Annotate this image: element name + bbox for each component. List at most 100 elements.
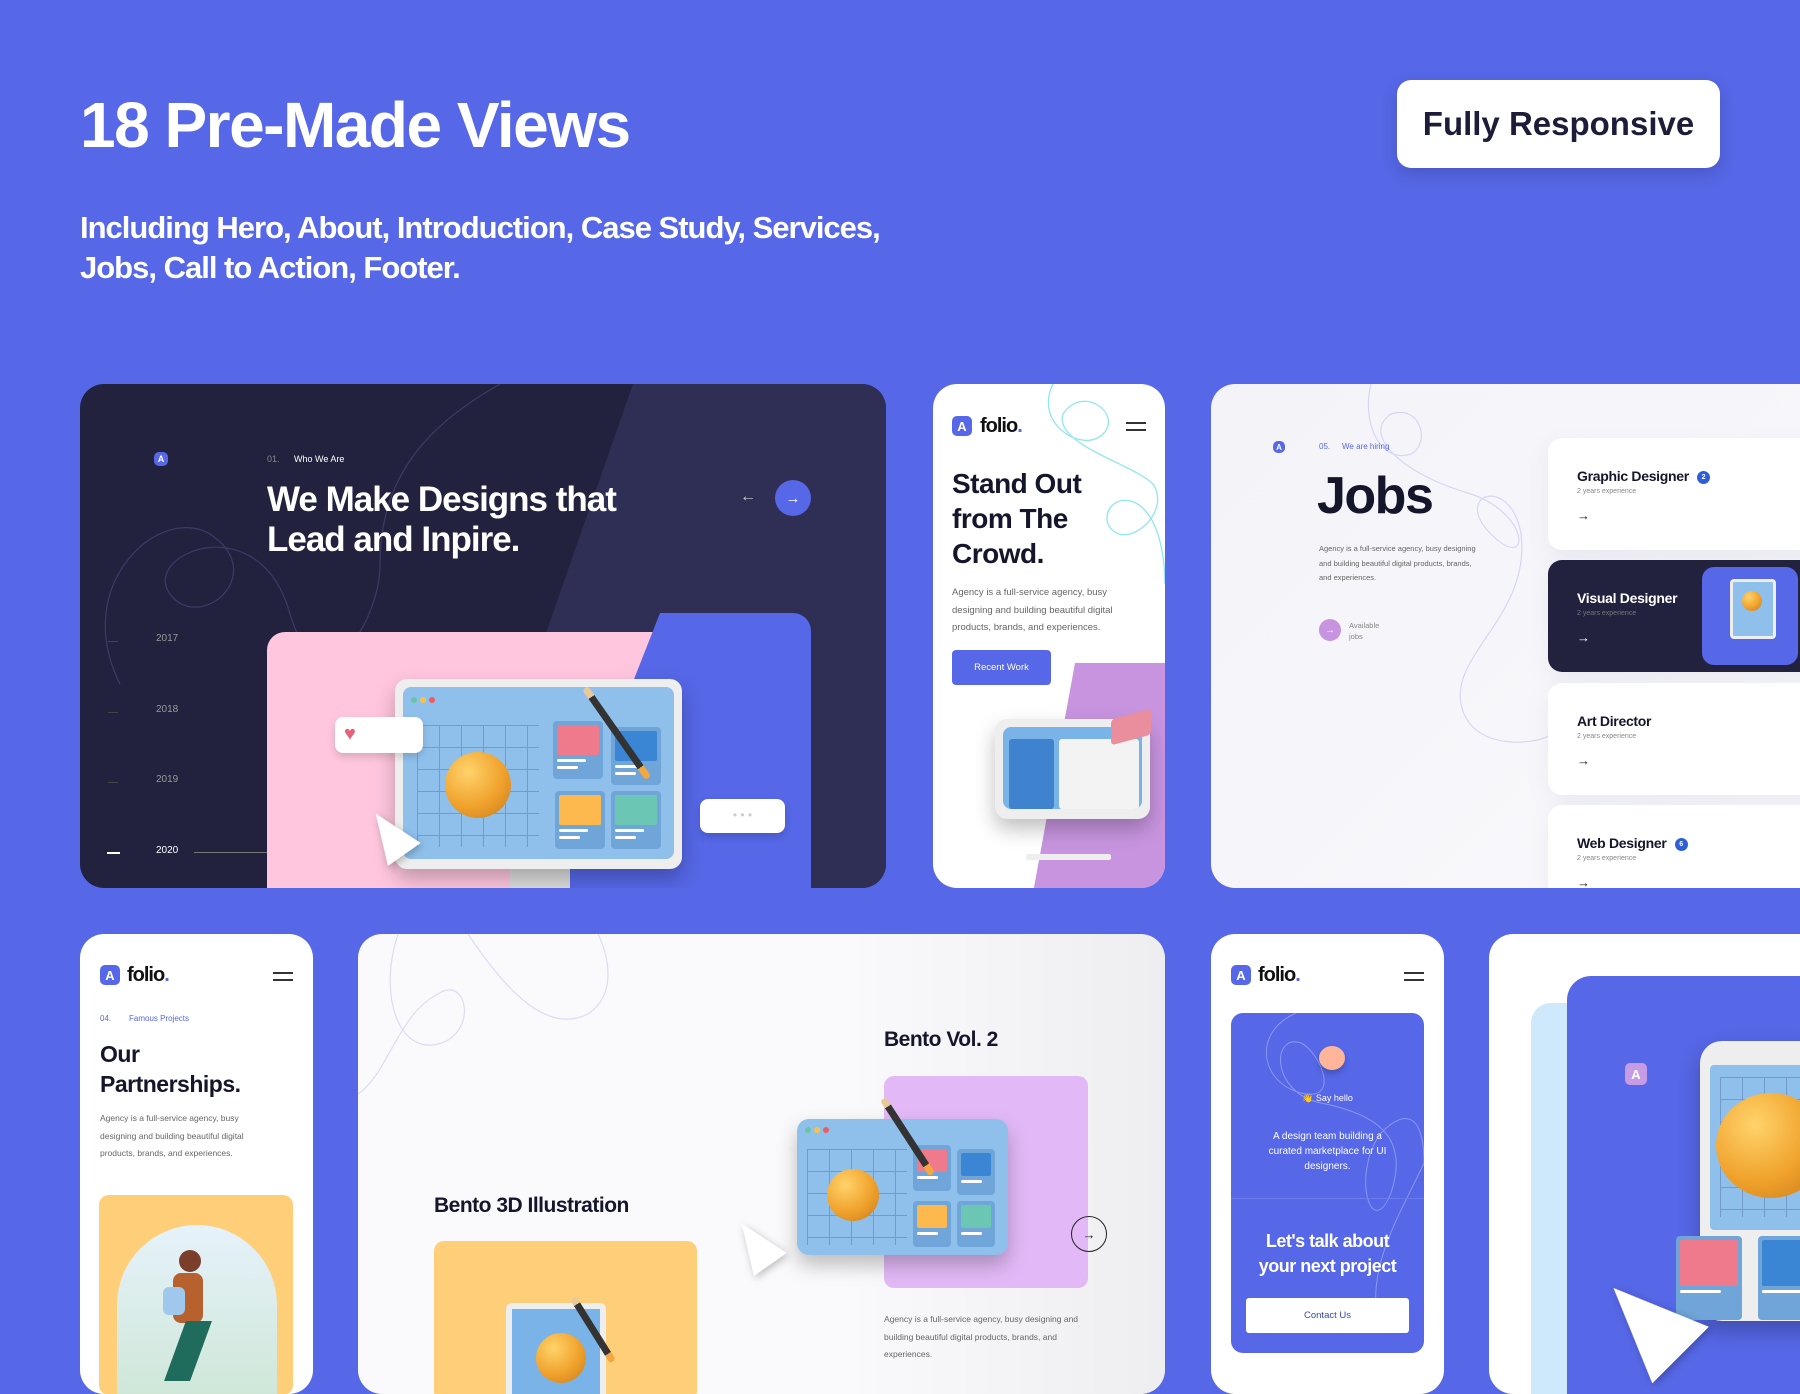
job-subtitle: 2 years experience (1577, 488, 1637, 495)
mobile-hero-preview-card: A folio. Stand Out from The Crowd. Agenc… (933, 384, 1165, 888)
job-card-visual-designer[interactable]: Visual Designer 2 years experience → (1548, 560, 1800, 672)
year-item[interactable]: 2018 (156, 704, 178, 715)
section-label: We are hiring (1342, 442, 1390, 451)
arrow-right-icon[interactable]: → (1577, 630, 1590, 645)
page-subtitle: Including Hero, About, Introduction, Cas… (80, 210, 881, 285)
job-subtitle: 2 years experience (1577, 855, 1637, 862)
brand-text: folio (127, 964, 165, 986)
bento-3d-title: Bento 3D Illustration (434, 1194, 629, 1217)
job-subtitle: 2 years experience (1577, 610, 1637, 617)
year-item-active[interactable]: 2020 (156, 845, 178, 856)
brand-dot: . (1017, 415, 1022, 437)
arrow-left-icon[interactable]: ← (740, 488, 756, 506)
mobile-heading: Stand Out from The Crowd. (952, 466, 1082, 571)
contact-cta-heading: Let's talk about your next project (1258, 1231, 1397, 1276)
job-card-web-designer[interactable]: Web Designer 6 2 years experience → (1548, 805, 1800, 888)
contact-description: A design team building a curated marketp… (1268, 1131, 1387, 1172)
screen-illustration (797, 1119, 1008, 1255)
job-title: Web Designer (1577, 835, 1667, 851)
job-card-graphic-designer[interactable]: Graphic Designer 2 2 years experience → (1548, 438, 1800, 550)
partnerships-paragraph: Agency is a full-service agency, busy de… (100, 1113, 244, 1158)
contact-panel: 👋 Say hello A design team building a cur… (1231, 1013, 1424, 1353)
folio-logo-icon[interactable]: A (1231, 965, 1251, 985)
job-card-art-director[interactable]: Art Director 2 years experience → (1548, 683, 1800, 795)
say-hello-label: 👋 Say hello (1302, 1093, 1353, 1103)
folio-logo-icon: A (1625, 1063, 1647, 1085)
phone-illustration (1676, 1041, 1800, 1321)
yellow-panel (434, 1241, 697, 1394)
jobs-paragraph: Agency is a full-service agency, busy de… (1319, 544, 1476, 582)
window-dots (411, 697, 435, 703)
arrow-right-icon[interactable]: → (1577, 875, 1590, 888)
arrow-right-circle-icon[interactable]: → (1071, 1216, 1107, 1252)
section-number: 04. (100, 1014, 112, 1023)
timeline-dash (108, 712, 118, 713)
orange-sphere (827, 1169, 879, 1221)
brand-dot: . (1295, 964, 1300, 986)
folio-logo-icon[interactable]: A (100, 965, 120, 985)
folio-logo-icon[interactable]: A (952, 416, 972, 436)
app-preview-card: A (1489, 934, 1800, 1394)
timeline-dash (108, 782, 118, 783)
heading-line: Stand Out (952, 468, 1082, 499)
brand-text: folio (1258, 964, 1296, 986)
brand-name[interactable]: folio. (1258, 964, 1301, 987)
partnerships-preview-card: A folio. 04. Famous Projects Our Partner… (80, 934, 313, 1394)
job-subtitle: 2 years experience (1577, 733, 1637, 740)
bento-paragraph: Agency is a full-service agency, busy de… (884, 1314, 1079, 1359)
chat-bubble: • • • (700, 799, 785, 833)
year-item[interactable]: 2017 (156, 633, 178, 644)
heart-icon: ♥ (344, 723, 356, 745)
heading-line: Crowd. (952, 538, 1044, 569)
heading-line: Lead and Inpire. (267, 520, 520, 559)
hero-preview-card: A 01. Who We Are We Make Designs that Le… (80, 384, 886, 888)
available-jobs-button[interactable]: → (1319, 619, 1341, 641)
heading-line: Our (100, 1041, 140, 1067)
monitor-illustration (395, 679, 682, 869)
contact-preview-card: A folio. 👋 Say hello A design team build… (1211, 934, 1444, 1394)
available-jobs-label: Available jobs (1349, 621, 1380, 641)
section-label: Who We Are (294, 454, 345, 464)
fully-responsive-badge: Fully Responsive (1397, 80, 1720, 168)
jobs-preview-card: A 05. We are hiring Jobs Agency is a ful… (1211, 384, 1800, 888)
partnerships-heading: Our Partnerships. (100, 1039, 241, 1099)
brand-name[interactable]: folio. (127, 964, 170, 987)
heading-line: Partnerships. (100, 1071, 241, 1097)
folio-logo-icon[interactable]: A (1273, 441, 1285, 453)
chat-bubble-icon (1319, 1046, 1345, 1070)
folio-logo-icon[interactable]: A (154, 452, 168, 466)
project-illustration (99, 1195, 293, 1394)
job-count-badge: 2 (1696, 470, 1710, 484)
brand-dot: . (164, 964, 169, 986)
heart-bubble: ♥ (335, 717, 423, 753)
job-count-badge: 6 (1674, 837, 1688, 851)
timeline-dash (108, 641, 118, 642)
job-illustration (1702, 567, 1798, 665)
hamburger-menu-icon[interactable] (273, 972, 293, 981)
job-title: Graphic Designer (1577, 468, 1689, 484)
brand-text: folio (980, 415, 1018, 437)
bento-preview-card: Bento Vol. 2 → Agency is a full-service … (358, 934, 1165, 1394)
mobile-paragraph: Agency is a full-service agency, busy de… (952, 587, 1113, 633)
arrow-right-icon[interactable]: → (1577, 753, 1590, 768)
heading-line: from The (952, 503, 1068, 534)
job-title: Art Director (1577, 713, 1652, 729)
hero-heading: We Make Designs that Lead and Inpire. (267, 480, 617, 560)
section-number: 05. (1319, 442, 1331, 451)
job-title: Visual Designer (1577, 590, 1678, 606)
keyboard (1026, 854, 1111, 860)
hamburger-menu-icon[interactable] (1126, 422, 1146, 431)
jobs-heading: Jobs (1317, 467, 1434, 525)
heading-line: We Make Designs that (267, 480, 617, 519)
year-item[interactable]: 2019 (156, 774, 178, 785)
section-label: Famous Projects (129, 1014, 190, 1023)
orange-sphere (445, 752, 511, 818)
timeline-dash-active (107, 852, 120, 854)
arrow-right-icon[interactable]: → (775, 480, 811, 516)
arrow-right-icon[interactable]: → (1577, 508, 1590, 523)
contact-us-button[interactable]: Contact Us (1246, 1298, 1409, 1333)
brand-name[interactable]: folio. (980, 415, 1023, 438)
recent-work-button[interactable]: Recent Work (952, 650, 1051, 685)
section-number: 01. (267, 454, 280, 464)
hamburger-menu-icon[interactable] (1404, 972, 1424, 981)
